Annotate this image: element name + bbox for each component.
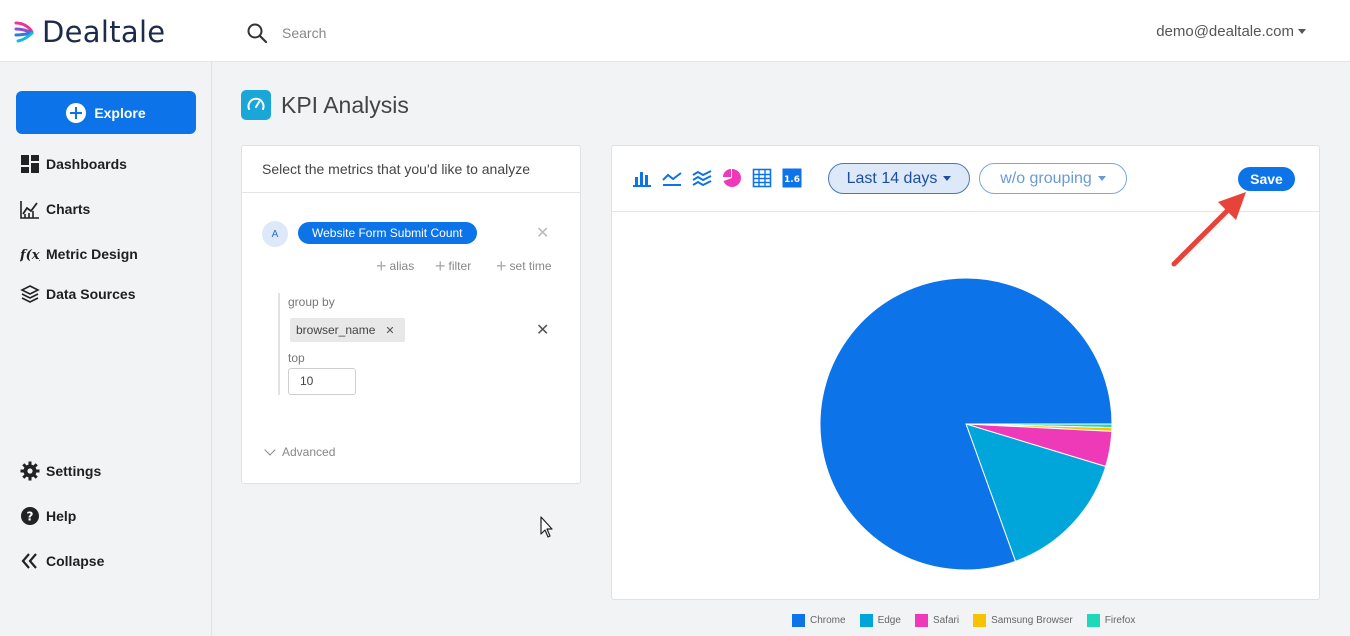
group-by-divider — [278, 293, 280, 395]
user-menu[interactable]: demo@dealtale.com — [1156, 23, 1306, 40]
group-by-value: browser_name — [296, 323, 376, 337]
metric-selector[interactable]: Website Form Submit Count — [298, 222, 477, 244]
caret-down-icon — [943, 176, 952, 181]
legend-label: Safari — [932, 615, 960, 626]
legend-item[interactable]: Firefox — [1086, 614, 1136, 627]
sidebar-item-metric-design[interactable]: f(x) Metric Design — [20, 244, 138, 264]
plus-icon: + — [496, 256, 507, 276]
metrics-panel-header: Select the metrics that you'd like to an… — [242, 146, 580, 193]
group-by-label: group by — [288, 295, 335, 309]
sidebar-item-help[interactable]: ? Help — [20, 506, 76, 526]
dealtale-logo-icon — [14, 21, 34, 43]
sidebar-item-data-sources[interactable]: Data Sources — [20, 284, 135, 304]
advanced-label: Advanced — [282, 445, 336, 459]
legend-label: Firefox — [1104, 615, 1136, 626]
plus-icon: + — [435, 256, 446, 276]
add-alias-button[interactable]: + alias — [376, 256, 415, 276]
legend-item[interactable]: Edge — [859, 614, 901, 627]
line-chart-icon[interactable] — [662, 168, 682, 188]
legend-item[interactable]: Safari — [914, 614, 960, 627]
function-icon: f(x) — [20, 248, 40, 263]
sidebar-item-label: Metric Design — [46, 246, 138, 262]
chart-icon — [20, 201, 39, 219]
annotation-arrow-icon — [1171, 192, 1246, 267]
legend-item[interactable]: Samsung Browser — [973, 614, 1073, 627]
brand-name: Dealtale — [42, 15, 166, 49]
sidebar-item-dashboards[interactable]: Dashboards — [20, 154, 127, 174]
svg-text:?: ? — [27, 510, 34, 524]
help-icon: ? — [21, 507, 39, 525]
top-bar: Dealtale Search demo@dealtale.com — [0, 0, 1350, 62]
legend-swatch — [792, 614, 805, 627]
sidebar-item-label: Settings — [46, 463, 102, 479]
metrics-panel: Select the metrics that you'd like to an… — [241, 145, 581, 484]
remove-group-by-icon[interactable]: ✕ — [536, 320, 549, 340]
date-range-label: Last 14 days — [846, 169, 938, 187]
mouse-cursor-icon — [540, 516, 553, 538]
grouping-label: w/o grouping — [1000, 169, 1092, 187]
search-icon[interactable] — [246, 22, 268, 44]
search-input[interactable]: Search — [282, 25, 326, 41]
plus-circle-icon — [66, 102, 87, 123]
sidebar-item-label: Collapse — [46, 553, 105, 569]
explore-label: Explore — [94, 104, 146, 121]
caret-down-icon — [1298, 29, 1306, 34]
bar-chart-icon[interactable] — [632, 168, 652, 188]
legend-item[interactable]: Chrome — [792, 614, 846, 627]
chevron-down-icon — [264, 444, 276, 456]
legend-swatch — [973, 614, 987, 627]
sidebar-item-settings[interactable]: Settings — [20, 461, 101, 481]
page-header: KPI Analysis — [241, 90, 409, 120]
number-icon[interactable]: 1.6 — [782, 168, 802, 188]
page-title: KPI Analysis — [281, 91, 409, 118]
set-time-label: set time — [509, 259, 552, 273]
legend-label: Chrome — [810, 615, 846, 626]
sidebar-item-collapse[interactable]: Collapse — [20, 551, 104, 571]
gauge-icon — [241, 90, 271, 120]
legend-swatch — [1086, 614, 1100, 627]
sidebar-item-label: Charts — [46, 201, 91, 217]
layers-icon — [20, 285, 40, 303]
legend-swatch — [914, 614, 928, 627]
sidebar-item-label: Dashboards — [46, 156, 127, 172]
alias-label: alias — [389, 259, 415, 273]
sidebar-item-charts[interactable]: Charts — [20, 199, 90, 219]
caret-down-icon — [1097, 176, 1106, 181]
user-email: demo@dealtale.com — [1156, 23, 1294, 40]
svg-text:f(x): f(x) — [20, 248, 40, 263]
legend-label: Edge — [877, 615, 901, 626]
top-input[interactable]: 10 — [288, 368, 356, 395]
plus-icon: + — [376, 256, 387, 276]
filter-label: filter — [448, 259, 472, 273]
add-filter-button[interactable]: + filter — [435, 256, 472, 276]
explore-button[interactable]: Explore — [16, 91, 196, 134]
pie-chart-icon[interactable] — [722, 168, 742, 188]
set-time-button[interactable]: + set time — [496, 256, 552, 276]
sidebar-item-label: Help — [46, 508, 77, 524]
date-range-dropdown[interactable]: Last 14 days — [828, 163, 970, 194]
chart-legend: Chrome Edge Safari Samsung Browser Firefox — [792, 614, 1135, 627]
advanced-toggle[interactable]: Advanced — [264, 444, 336, 459]
table-icon[interactable] — [752, 168, 772, 188]
brand-logo[interactable]: Dealtale — [14, 14, 165, 50]
metric-letter-badge: A — [262, 221, 288, 247]
collapse-icon — [21, 553, 37, 569]
remove-tag-icon[interactable]: ✕ — [385, 324, 394, 337]
area-chart-icon[interactable] — [692, 168, 712, 188]
number-icon-text: 1.6 — [784, 175, 800, 185]
gear-icon — [20, 461, 40, 481]
legend-swatch — [859, 614, 873, 627]
top-label: top — [288, 351, 305, 365]
group-by-tag[interactable]: browser_name ✕ — [290, 318, 405, 342]
grouping-dropdown[interactable]: w/o grouping — [979, 163, 1127, 194]
remove-metric-icon[interactable]: ✕ — [536, 223, 549, 243]
dashboard-icon — [21, 155, 39, 173]
sidebar-item-label: Data Sources — [46, 286, 136, 302]
sidebar: Explore Dashboards Charts f(x) Metric De… — [0, 62, 212, 636]
legend-label: Samsung Browser — [991, 615, 1073, 626]
